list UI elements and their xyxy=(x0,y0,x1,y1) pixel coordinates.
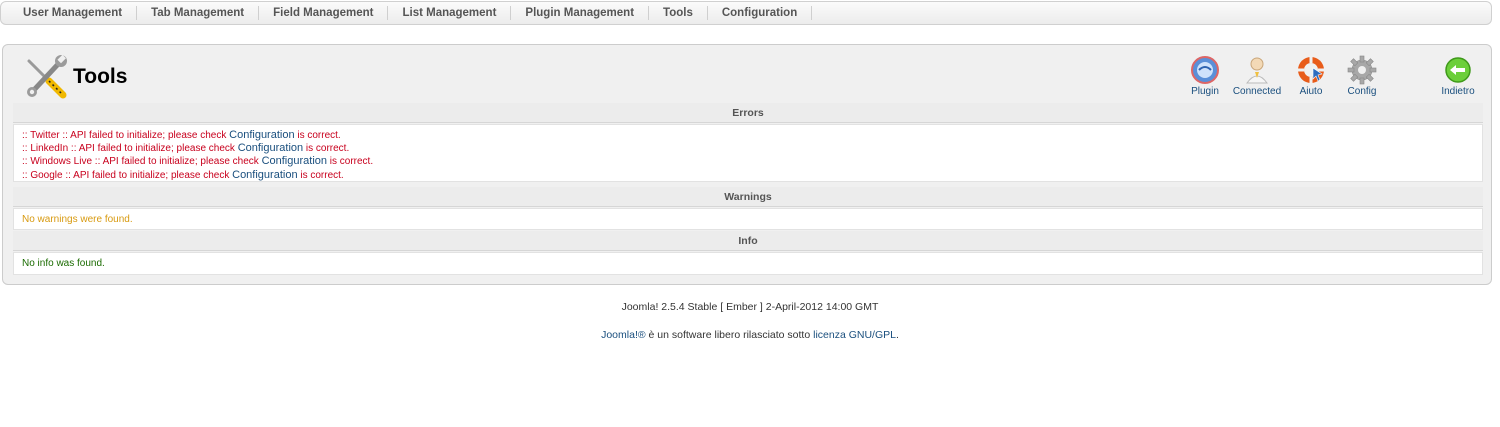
error-suffix: is correct. xyxy=(327,156,374,168)
joomla-link[interactable]: Joomla!® xyxy=(601,329,646,341)
help-lifebuoy-icon xyxy=(1298,57,1324,83)
plugin-button[interactable]: Plugin xyxy=(1179,55,1231,99)
error-suffix: is correct. xyxy=(297,169,344,181)
page-header: Tools Plugin Connected Aiuto Config Indi… xyxy=(3,45,1491,102)
plugin-label: Plugin xyxy=(1191,86,1219,97)
tools-panel: Tools Plugin Connected Aiuto Config Indi… xyxy=(2,44,1492,285)
gnu-gpl-license-link[interactable]: licenza GNU/GPL xyxy=(813,329,896,341)
plugin-icon xyxy=(1191,56,1219,84)
error-message: :: Twitter :: API failed to initialize; … xyxy=(22,129,1474,142)
info-list: No info was found. xyxy=(13,252,1483,275)
error-suffix: is correct. xyxy=(294,130,341,141)
configuration-link[interactable]: Configuration xyxy=(229,129,294,141)
error-text: :: Windows Live :: API failed to initial… xyxy=(22,156,262,168)
nav-item-list-management[interactable]: List Management xyxy=(388,6,512,20)
user-icon xyxy=(1246,57,1268,84)
warnings-message: No warnings were found. xyxy=(22,214,133,225)
tools-wrench-screwdriver-icon xyxy=(27,54,67,99)
config-label: Config xyxy=(1347,86,1377,97)
aiuto-label: Aiuto xyxy=(1299,86,1323,97)
config-button[interactable]: Config xyxy=(1336,55,1388,99)
nav-item-tab-management[interactable]: Tab Management xyxy=(137,6,260,20)
footer-license: Joomla!® è un software libero rilasciato… xyxy=(0,329,1500,341)
error-text: :: Google :: API failed to initialize; p… xyxy=(22,169,233,181)
license-text: è un software libero rilasciato sotto xyxy=(645,329,814,341)
page-title: Tools xyxy=(73,65,128,88)
footer-version: Joomla! 2.5.4 Stable [ Ember ] 2-April-2… xyxy=(621,301,879,313)
error-message: :: LinkedIn :: API failed to initialize;… xyxy=(22,142,1474,155)
connected-label: Connected xyxy=(1232,86,1282,97)
warnings-heading: Warnings xyxy=(13,187,1483,207)
configuration-link[interactable]: Configuration xyxy=(232,169,297,181)
info-message: No info was found. xyxy=(22,258,105,269)
back-arrow-icon xyxy=(1445,57,1471,83)
error-suffix: is correct. xyxy=(303,143,350,155)
errors-list: :: Twitter :: API failed to initialize; … xyxy=(13,124,1483,182)
error-message: :: Google :: API failed to initialize; p… xyxy=(22,169,1474,182)
connected-button[interactable]: Connected xyxy=(1231,55,1283,99)
nav-item-user-management[interactable]: User Management xyxy=(9,6,138,20)
configuration-link[interactable]: Configuration xyxy=(262,155,327,167)
nav-item-field-management[interactable]: Field Management xyxy=(259,6,389,20)
indietro-back-button[interactable]: Indietro xyxy=(1432,55,1484,99)
error-text: :: LinkedIn :: API failed to initialize;… xyxy=(22,143,238,155)
errors-heading: Errors xyxy=(13,103,1483,123)
nav-item-configuration[interactable]: Configuration xyxy=(708,6,813,20)
error-text: :: Twitter :: API failed to initialize; … xyxy=(22,130,230,141)
nav-item-tools[interactable]: Tools xyxy=(649,6,708,20)
gear-icon xyxy=(1347,55,1377,85)
nav-item-plugin-management[interactable]: Plugin Management xyxy=(511,6,650,20)
error-message: :: Windows Live :: API failed to initial… xyxy=(22,155,1474,168)
indietro-label: Indietro xyxy=(1441,86,1475,97)
license-end: . xyxy=(895,329,899,341)
info-heading: Info xyxy=(13,231,1483,251)
aiuto-help-button[interactable]: Aiuto xyxy=(1285,55,1337,99)
warnings-list: No warnings were found. xyxy=(13,208,1483,230)
top-navigation-bar: User Management Tab Management Field Man… xyxy=(0,1,1492,25)
configuration-link[interactable]: Configuration xyxy=(238,142,303,154)
